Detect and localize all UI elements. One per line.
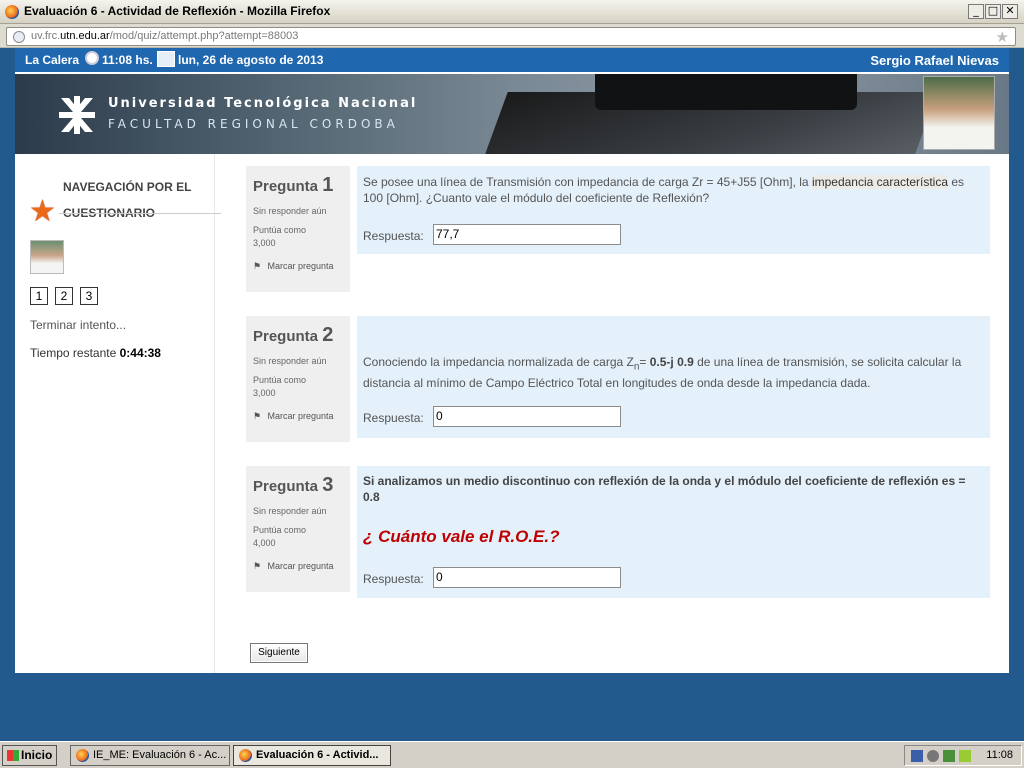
user-name[interactable]: Sergio Rafael Nievas bbox=[870, 53, 999, 68]
answer-input-3[interactable]: 0 bbox=[433, 567, 621, 588]
current-date: lun, 26 de agosto de 2013 bbox=[178, 53, 324, 67]
volume-icon[interactable] bbox=[927, 750, 939, 762]
windows-logo-icon bbox=[7, 750, 19, 761]
url-text: uv.frc.utn.edu.ar/mod/quiz/attempt.php?a… bbox=[31, 30, 299, 42]
avatar[interactable] bbox=[30, 240, 64, 274]
flag-icon: ⚑ bbox=[253, 261, 262, 271]
address-bar[interactable]: uv.frc.utn.edu.ar/mod/quiz/attempt.php?a… bbox=[6, 27, 1016, 46]
tray-clock: 11:08 bbox=[986, 749, 1013, 761]
taskbar: Inicio IE_ME: Evaluación 6 - Ac... Evalu… bbox=[0, 741, 1024, 768]
firefox-icon bbox=[76, 749, 89, 762]
quiz-navigation-block: ★ NAVEGACIÓN POR EL CUESTIONARIO 1 2 3 T… bbox=[15, 154, 221, 673]
window-title: Evaluación 6 - Actividad de Reflexión - … bbox=[24, 4, 331, 18]
close-button[interactable]: ✕ bbox=[1002, 4, 1018, 19]
flag-question-link[interactable]: ⚑ Marcar pregunta bbox=[253, 410, 343, 423]
question-info-3: Pregunta 3 Sin responder aún Puntúa como… bbox=[246, 466, 350, 592]
question-grade: Puntúa como 3,000 bbox=[253, 225, 307, 248]
question-status: Sin responder aún bbox=[253, 206, 327, 216]
usb-icon[interactable] bbox=[943, 750, 955, 762]
web-page: La Calera 11:08 hs. lun, 26 de agosto de… bbox=[15, 48, 1009, 673]
location-text: La Calera bbox=[25, 53, 80, 67]
power-icon[interactable] bbox=[959, 750, 971, 762]
start-button[interactable]: Inicio bbox=[2, 745, 57, 766]
question-content-3: Si analizamos un medio discontinuo con r… bbox=[357, 466, 990, 598]
minimize-button[interactable]: _ bbox=[968, 4, 984, 19]
bookmark-star-icon[interactable]: ★ bbox=[996, 28, 1009, 46]
calendar-icon bbox=[157, 51, 175, 67]
time-remaining: Tiempo restante 0:44:38 bbox=[30, 346, 161, 360]
flag-question-link[interactable]: ⚑ Marcar pregunta bbox=[253, 560, 343, 573]
question-info-2: Pregunta 2 Sin responder aún Puntúa como… bbox=[246, 316, 350, 442]
taskbar-item-ie-me[interactable]: IE_ME: Evaluación 6 - Ac... bbox=[70, 745, 230, 766]
banner-screen-image bbox=[595, 74, 857, 110]
question-text: Conociendo la impedancia normalizada de … bbox=[363, 355, 962, 391]
question-content-2: Conociendo la impedancia normalizada de … bbox=[357, 316, 990, 438]
firefox-icon bbox=[239, 749, 252, 762]
navigation-toolbar: uv.frc.utn.edu.ar/mod/quiz/attempt.php?a… bbox=[0, 24, 1024, 48]
time-remaining-value: 0:44:38 bbox=[119, 346, 161, 360]
question-nav-1[interactable]: 1 bbox=[30, 287, 48, 305]
network-icon[interactable] bbox=[911, 750, 923, 762]
question-info-1: Pregunta 1 Sin responder aún Puntúa como… bbox=[246, 166, 350, 292]
flag-question-link[interactable]: ⚑ Marcar pregunta bbox=[253, 260, 343, 273]
current-time: 11:08 hs. bbox=[102, 53, 153, 67]
flag-icon: ⚑ bbox=[253, 561, 262, 571]
question-text: Si analizamos un medio discontinuo con r… bbox=[363, 474, 966, 504]
answer-input-1[interactable]: 77,7 bbox=[433, 224, 621, 245]
question-grade: Puntúa como 3,000 bbox=[253, 375, 307, 398]
answer-label: Respuesta: bbox=[363, 229, 424, 243]
next-button[interactable]: Siguiente bbox=[250, 643, 308, 663]
question-status: Sin responder aún bbox=[253, 506, 327, 516]
question-title: Pregunta 2 bbox=[253, 324, 334, 346]
maximize-button[interactable]: □ bbox=[985, 4, 1001, 19]
question-status: Sin responder aún bbox=[253, 356, 327, 366]
question-title: Pregunta 1 bbox=[253, 174, 334, 196]
window-titlebar: Evaluación 6 - Actividad de Reflexión - … bbox=[0, 0, 1024, 24]
utn-logo-icon bbox=[59, 96, 95, 134]
firefox-icon bbox=[5, 5, 19, 19]
finish-attempt-link[interactable]: Terminar intento... bbox=[30, 318, 126, 332]
question-highlight: ¿ Cuánto vale el R.O.E.? bbox=[363, 527, 560, 546]
question-nav-2[interactable]: 2 bbox=[55, 287, 73, 305]
question-grade: Puntúa como 4,000 bbox=[253, 525, 307, 548]
navigation-title: NAVEGACIÓN POR EL CUESTIONARIO bbox=[63, 180, 192, 220]
faculty-name: FACULTAD REGIONAL CORDOBA bbox=[108, 117, 399, 131]
answer-input-2[interactable]: 0 bbox=[433, 406, 621, 427]
question-nav-3[interactable]: 3 bbox=[80, 287, 98, 305]
clock-icon bbox=[85, 51, 99, 65]
star-icon: ★ bbox=[29, 194, 56, 229]
question-title: Pregunta 3 bbox=[253, 474, 334, 496]
flag-icon: ⚑ bbox=[253, 411, 262, 421]
answer-label: Respuesta: bbox=[363, 572, 424, 586]
system-tray: 11:08 bbox=[904, 745, 1022, 766]
answer-label: Respuesta: bbox=[363, 411, 424, 425]
university-name: Universidad Tecnológica Nacional bbox=[108, 96, 418, 111]
site-identity-icon[interactable] bbox=[13, 31, 25, 43]
taskbar-item-evaluacion[interactable]: Evaluación 6 - Activid... bbox=[233, 745, 391, 766]
title-divider bbox=[59, 213, 221, 214]
question-text: Se posee una línea de Transmisión con im… bbox=[363, 175, 965, 205]
question-content-1: Se posee una línea de Transmisión con im… bbox=[357, 166, 990, 254]
user-photo bbox=[923, 76, 995, 150]
site-topbar: La Calera 11:08 hs. lun, 26 de agosto de… bbox=[15, 48, 1009, 72]
header-banner: Universidad Tecnológica Nacional FACULTA… bbox=[15, 74, 1009, 154]
